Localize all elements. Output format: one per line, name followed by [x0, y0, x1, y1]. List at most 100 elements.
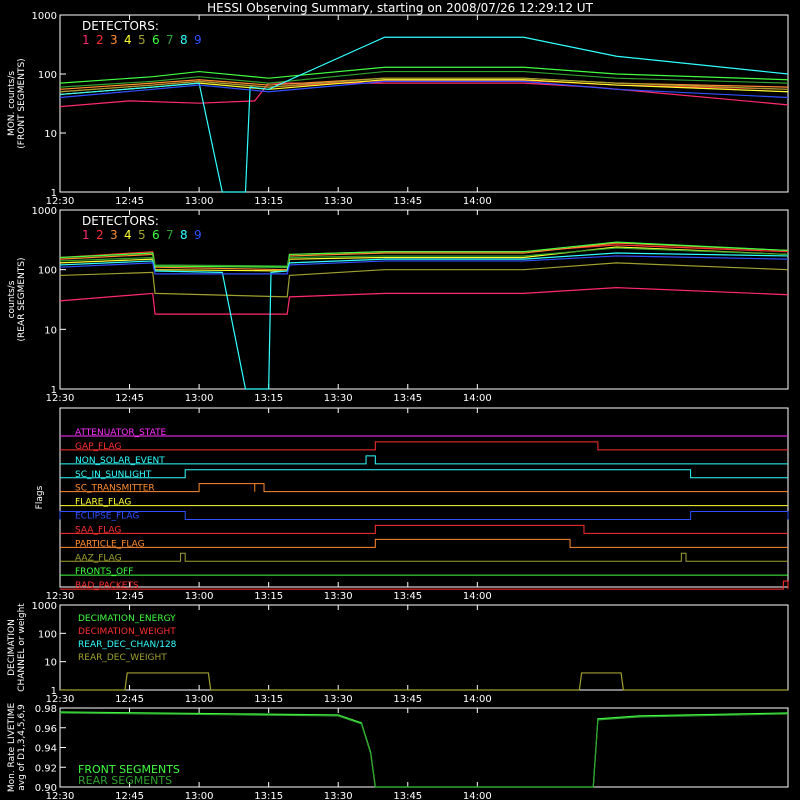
x-tick-label: 13:15: [254, 393, 283, 404]
legend-detector-9: 9: [194, 228, 202, 242]
legend-detector-3: 3: [110, 228, 118, 242]
x-tick-label: 14:00: [463, 694, 492, 705]
y-tick-label: 1: [51, 385, 57, 396]
y-axis-label: avg of D1,3,4,5,6,9: [17, 704, 27, 791]
legend-detector-1: 1: [82, 33, 90, 47]
x-tick-label: 13:45: [393, 694, 422, 705]
y-tick-label: 10: [44, 129, 57, 140]
legend-detector-3: 3: [110, 33, 118, 47]
chart-title: HESSI Observing Summary, starting on 200…: [207, 1, 593, 15]
flag-line: [60, 552, 788, 562]
flag-line: [60, 469, 788, 479]
y-tick-label: 1000: [32, 206, 57, 217]
x-tick-label: 13:30: [324, 196, 353, 207]
x-tick-label: 13:00: [185, 196, 214, 207]
legend-title: DETECTORS:: [82, 19, 159, 33]
legend-detector-9: 9: [194, 33, 202, 47]
legend-detector-5: 5: [138, 228, 146, 242]
legend-detector-4: 4: [124, 228, 132, 242]
legend-entry: REAR_DEC_WEIGHT: [78, 653, 167, 663]
x-tick-label: 14:00: [463, 791, 492, 800]
flag-line: [60, 580, 789, 590]
x-tick-label: 13:15: [254, 591, 283, 602]
legend-detector-7: 7: [166, 228, 174, 242]
flag-line: [60, 524, 788, 534]
y-tick-label: 0.98: [35, 704, 57, 715]
legend-title: DETECTORS:: [82, 214, 159, 228]
legend-entry: REAR_DEC_CHAN/128: [78, 640, 177, 650]
x-tick-label: 13:15: [254, 694, 283, 705]
panel-3: 12:30 12:45 13:00 13:15 13:30 13:45 14:00Flags…: [35, 407, 789, 602]
observing-summary-chart: HESSI Observing Summary, starting on 200…: [7, 1, 789, 800]
x-tick-label: 13:30: [324, 591, 353, 602]
flag-line: [60, 441, 788, 451]
x-tick-label: 12:45: [115, 196, 144, 207]
y-tick-label: 1000: [32, 11, 57, 22]
y-axis-label: CHANNEL or weight: [17, 603, 27, 692]
legend-detector-2: 2: [96, 228, 104, 242]
y-axis-label: counts/s: [7, 280, 17, 318]
panel-1: 12:30 12:45 13:00 13:15 13:30 13:45 14:00MON. …: [7, 11, 789, 207]
y-tick-label: 100: [38, 70, 57, 81]
legend-detector-4: 4: [124, 33, 132, 47]
y-tick-label: 100: [38, 629, 57, 640]
panel-4: 12:30 12:45 13:00 13:15 13:30 13:45 14:00DECIM…: [7, 601, 789, 705]
x-tick-label: 13:15: [254, 196, 283, 207]
y-tick-label: 1: [51, 188, 57, 199]
x-tick-label: 13:45: [393, 791, 422, 800]
legend-detector-2: 2: [96, 33, 104, 47]
legend-entry: REAR SEGMENTS: [78, 774, 172, 787]
x-tick-label: 13:45: [393, 393, 422, 404]
x-tick-label: 12:45: [115, 393, 144, 404]
x-tick-label: 13:45: [393, 196, 422, 207]
series-line: [60, 672, 788, 691]
panel-5: 12:30 12:45 13:00 13:15 13:30 13:45 14:00Mon. …: [7, 703, 789, 800]
y-tick-label: 0.96: [35, 724, 57, 735]
legend-detector-5: 5: [138, 33, 146, 47]
x-tick-label: 12:45: [115, 591, 144, 602]
y-axis-label: Flags: [35, 485, 45, 509]
legend-detector-1: 1: [82, 228, 90, 242]
y-tick-label: 1000: [32, 601, 57, 612]
x-tick-label: 12:45: [115, 694, 144, 705]
series-line: [59, 36, 789, 193]
x-tick-label: 14:00: [463, 196, 492, 207]
x-tick-label: 13:15: [254, 791, 283, 800]
x-tick-label: 13:00: [185, 591, 214, 602]
y-tick-label: 0.92: [35, 763, 57, 774]
y-tick-label: 10: [44, 325, 57, 336]
y-tick-label: 100: [38, 266, 57, 277]
y-axis-label: MON. counts/s: [7, 71, 17, 136]
legend-entry: DECIMATION_WEIGHT: [78, 627, 176, 637]
series-line: [59, 287, 789, 315]
x-tick-label: 13:00: [185, 393, 214, 404]
x-tick-label: 14:00: [463, 591, 492, 602]
y-axis-label: (REAR SEGMENTS): [17, 257, 27, 341]
x-tick-label: 13:00: [185, 694, 214, 705]
x-tick-label: 13:00: [185, 791, 214, 800]
legend-detector-8: 8: [180, 33, 188, 47]
y-tick-label: 0.90: [35, 783, 57, 794]
panel-2: 12:30 12:45 13:00 13:15 13:30 13:45 14:00count…: [7, 206, 789, 404]
x-tick-label: 12:45: [115, 791, 144, 800]
x-tick-label: 13:45: [393, 591, 422, 602]
y-axis-label: (FRONT SEGMENTS): [17, 58, 27, 148]
legend-detector-8: 8: [180, 228, 188, 242]
legend-detector-6: 6: [152, 228, 160, 242]
flag-line: [60, 455, 788, 465]
legend-detector-6: 6: [152, 33, 160, 47]
legend-entry: DECIMATION_ENERGY: [78, 614, 176, 624]
y-axis-label: DECIMATION: [7, 619, 17, 676]
panel-frame: [59, 407, 789, 588]
y-axis-label: Mon. Rate LIVETIME: [7, 703, 17, 793]
flag-label: ECLIPSE_FLAG: [75, 512, 139, 522]
legend-detector-7: 7: [166, 33, 174, 47]
y-tick-label: 1: [51, 686, 57, 697]
flag-line: [60, 538, 788, 548]
y-tick-label: 10: [44, 658, 57, 669]
flag-line: [60, 483, 788, 493]
flag-line: [59, 511, 789, 520]
x-tick-label: 13:30: [324, 393, 353, 404]
x-tick-label: 14:00: [463, 393, 492, 404]
y-tick-label: 0.94: [35, 744, 57, 755]
